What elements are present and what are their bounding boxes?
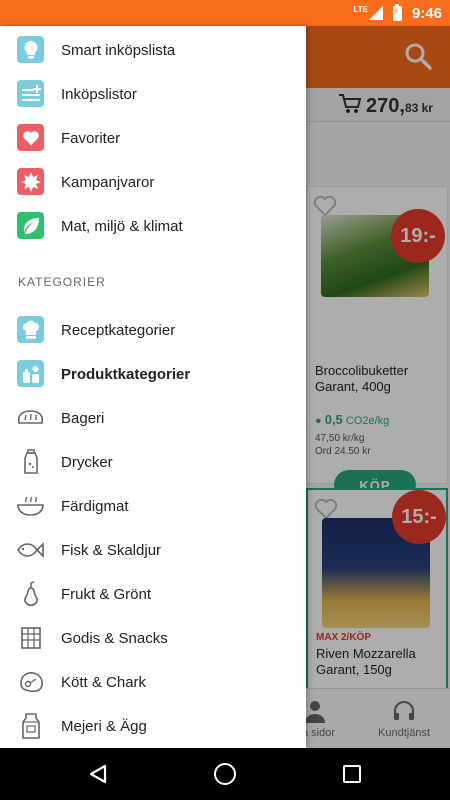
home-icon[interactable] (214, 763, 236, 785)
drawer-item-recipe-categories[interactable]: Receptkategorier (0, 308, 306, 352)
drawer-item-label: Mejeri & Ägg (61, 717, 147, 735)
fish-icon (17, 536, 44, 563)
recent-apps-icon[interactable] (343, 765, 361, 783)
bowl-icon (17, 492, 44, 519)
meat-icon (17, 668, 44, 695)
clock: 9:46 (411, 4, 442, 22)
drawer-item-fisk[interactable]: Fisk & Skaldjur (0, 528, 306, 572)
bread-icon (17, 404, 44, 431)
drawer-item-shopping-lists[interactable]: Inköpslistor (0, 72, 306, 116)
battery-charging-icon (392, 3, 402, 21)
drawer-item-drycker[interactable]: Drycker (0, 440, 306, 484)
list-add-icon (17, 80, 44, 107)
drawer-item-label: Fisk & Skaldjur (61, 541, 162, 559)
network-type: LTE (353, 4, 368, 14)
drawer-item-campaigns[interactable]: Kampanjvaror (0, 160, 306, 204)
drawer-item-fardigmat[interactable]: Färdigmat (0, 484, 306, 528)
drawer-item-label: Mat, miljö & klimat (61, 217, 183, 235)
heart-icon (17, 124, 44, 151)
navigation-drawer: Smart inköpslista Inköpslistor Favoriter… (0, 26, 306, 748)
drawer-item-smart-list[interactable]: Smart inköpslista (0, 28, 306, 72)
drawer-item-frukt[interactable]: Frukt & Grönt (0, 572, 306, 616)
system-navigation-bar (0, 748, 450, 800)
back-icon[interactable] (88, 764, 108, 784)
drawer-item-label: Inköpslistor (61, 85, 137, 103)
drawer-item-favorites[interactable]: Favoriter (0, 116, 306, 160)
groceries-icon (17, 360, 44, 387)
status-bar: LTE 9:46 (0, 0, 450, 26)
drawer-item-label: Smart inköpslista (61, 41, 176, 59)
chef-hat-icon (17, 316, 44, 343)
drawer-item-godis[interactable]: Godis & Snacks (0, 616, 306, 660)
drawer-item-label: Kampanjvaror (61, 173, 155, 191)
candy-box-icon (17, 624, 44, 651)
drawer-item-label: Kött & Chark (61, 673, 147, 691)
leaf-icon (17, 212, 44, 239)
drawer-item-label: Produktkategorier (61, 365, 191, 383)
drawer-item-kott[interactable]: Kött & Chark (0, 660, 306, 704)
drawer-item-label: Godis & Snacks (61, 629, 168, 647)
categories-section-title: KATEGORIER (18, 275, 106, 289)
drawer-item-product-categories[interactable]: Produktkategorier (0, 352, 306, 396)
drawer-item-label: Drycker (61, 453, 113, 471)
drawer-item-bageri[interactable]: Bageri (0, 396, 306, 440)
milk-carton-icon (17, 712, 44, 739)
lightbulb-icon (17, 36, 44, 63)
drawer-item-label: Färdigmat (61, 497, 129, 515)
drawer-item-label: Favoriter (61, 129, 121, 147)
signal-icon (368, 6, 383, 20)
pear-icon (17, 580, 44, 607)
drawer-item-food-climate[interactable]: Mat, miljö & klimat (0, 204, 306, 248)
bottle-icon (17, 448, 44, 475)
drawer-item-label: Bageri (61, 409, 105, 427)
drawer-item-mejeri[interactable]: Mejeri & Ägg (0, 704, 306, 748)
burst-icon (17, 168, 44, 195)
drawer-item-label: Receptkategorier (61, 321, 176, 339)
drawer-item-label: Frukt & Grönt (61, 585, 152, 603)
